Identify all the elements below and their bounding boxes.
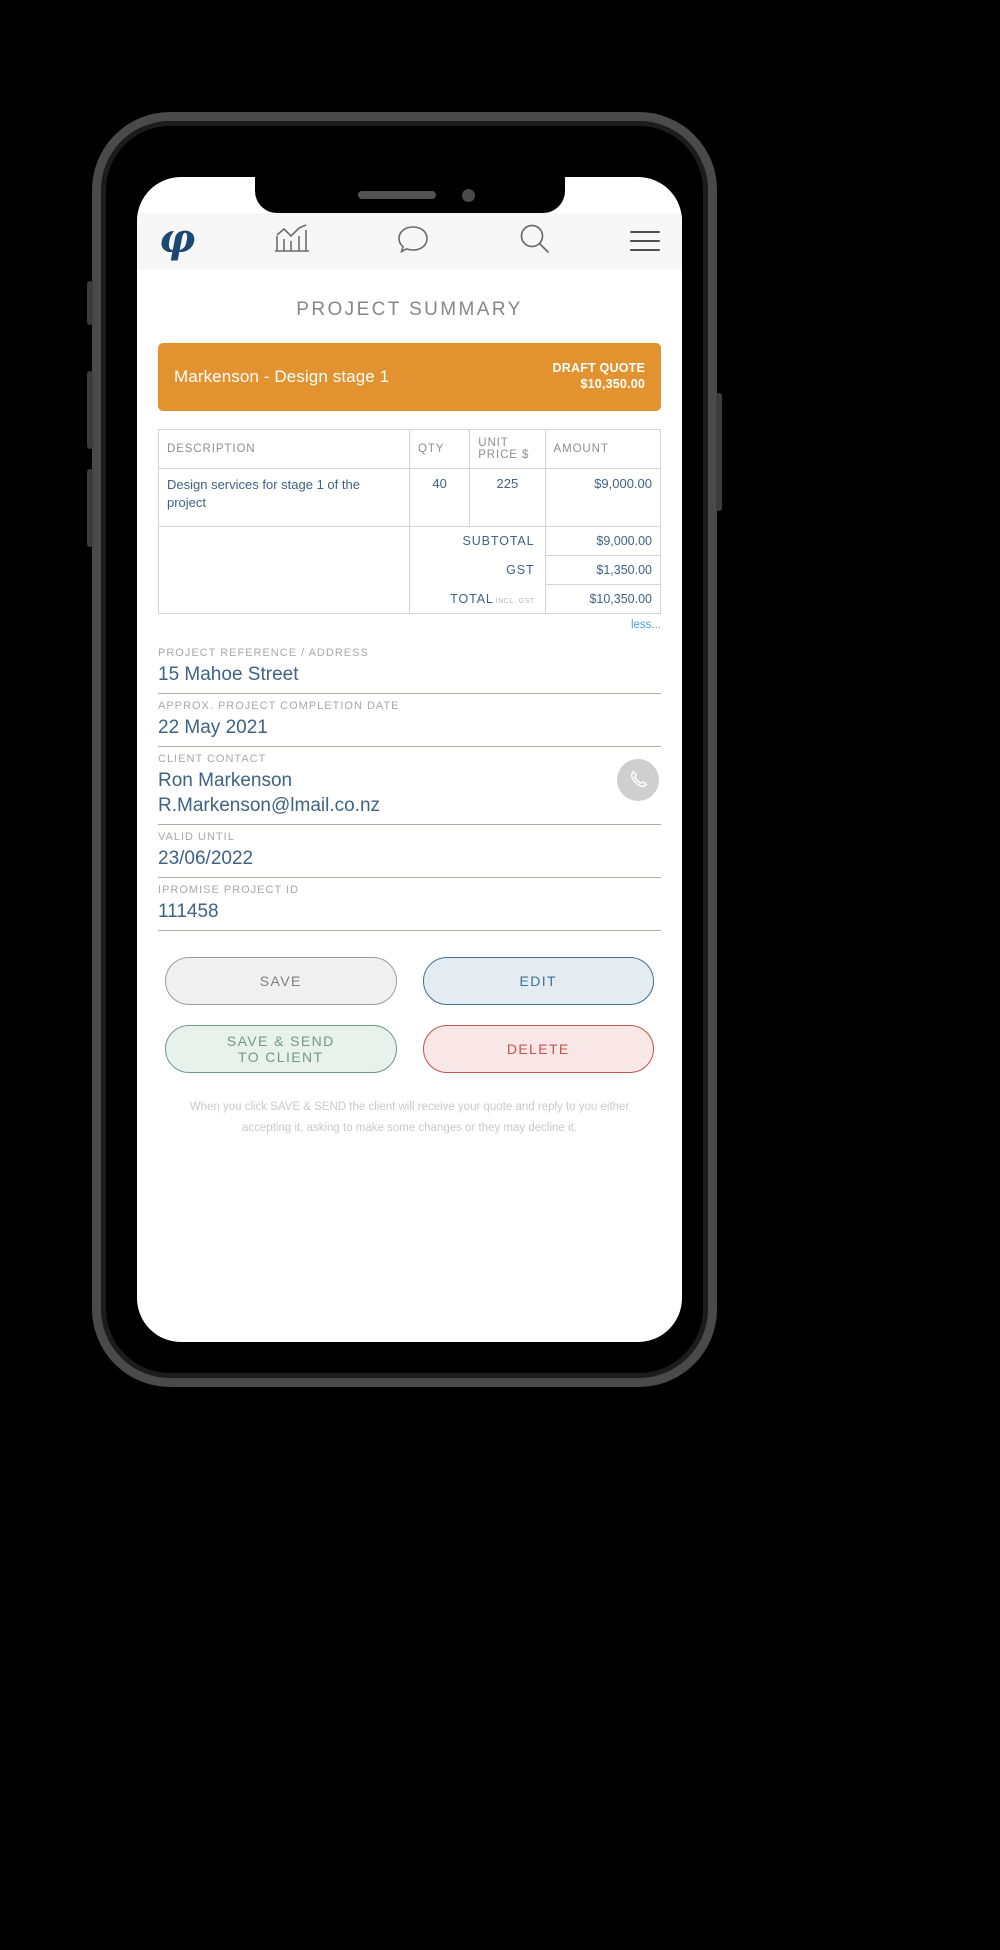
field-label: APPROX. PROJECT COMPLETION DATE (158, 700, 400, 713)
total-value: $10,350.00 (544, 584, 662, 614)
less-toggle-link[interactable]: less... (158, 619, 661, 631)
page-title: PROJECT SUMMARY (296, 299, 523, 320)
field-label: IPROMISE PROJECT ID (158, 884, 300, 897)
details-fields: PROJECT REFERENCE / ADDRESS 15 Mahoe Str… (158, 641, 661, 932)
delete-button[interactable]: DELETE (422, 1025, 654, 1074)
leaf-logo-icon: φ (159, 215, 196, 262)
total-label-text: TOTAL (450, 591, 494, 606)
nav-search[interactable] (473, 213, 594, 269)
cell-amount: $9,000.00 (544, 468, 662, 527)
field-value: 22 May 2021 (158, 717, 268, 739)
gst-label: GST (506, 562, 535, 577)
total-row: TOTAL INCL. GST $10,350.00 (158, 584, 662, 614)
quote-total-amount: $10,350.00 (580, 377, 645, 391)
app-navbar: φ (137, 213, 682, 269)
nav-logo[interactable]: φ (159, 213, 231, 269)
col-header-qty: QTY (408, 429, 471, 469)
spacer-cell (158, 555, 410, 585)
cell-unit-price: 225 (469, 468, 546, 527)
volume-down-button[interactable] (87, 469, 93, 547)
edit-button[interactable]: EDIT (422, 957, 654, 1006)
field-project-reference[interactable]: PROJECT REFERENCE / ADDRESS 15 Mahoe Str… (158, 641, 661, 695)
unit-price-line2: PRICE $ (478, 449, 530, 461)
col-header-unit-price: UNIT PRICE $ (469, 429, 546, 469)
status-badge: DRAFT QUOTE (552, 361, 645, 376)
earpiece-speaker (358, 191, 436, 199)
field-client-contact[interactable]: CLIENT CONTACT Ron Markenson R.Markenson… (158, 747, 661, 826)
field-project-id[interactable]: IPROMISE PROJECT ID 111458 (158, 878, 661, 932)
col-header-amount: AMOUNT (544, 429, 662, 469)
footer-note: When you click SAVE & SEND the client wi… (189, 1101, 630, 1134)
phone-screen: φ PROJECT SUMMARY Markenson - Design sta… (137, 177, 682, 1342)
col-header-description: DESCRIPTION (158, 429, 410, 469)
save-and-send-button[interactable]: SAVE & SEND TO CLIENT (165, 1025, 397, 1074)
field-value: 23/06/2022 (158, 848, 254, 870)
subtotal-value: $9,000.00 (544, 526, 662, 556)
volume-up-button[interactable] (87, 371, 93, 449)
field-completion-date[interactable]: APPROX. PROJECT COMPLETION DATE 22 May 2… (158, 694, 661, 748)
field-value: 111458 (158, 901, 219, 923)
nav-dashboard[interactable] (231, 213, 352, 269)
cell-qty: 40 (408, 468, 471, 527)
field-valid-until[interactable]: VALID UNTIL 23/06/2022 (158, 825, 661, 879)
quote-status-block: DRAFT QUOTE $10,350.00 (553, 361, 645, 392)
unit-price-line1: UNIT (478, 437, 509, 449)
table-row: Design services for stage 1 of the proje… (158, 468, 662, 527)
save-send-line2: TO CLIENT (238, 1049, 324, 1066)
chart-icon (273, 223, 311, 260)
field-value-email: R.Markenson@lmail.co.nz (158, 795, 381, 817)
action-buttons: SAVE EDIT SAVE & SEND TO CLIENT DELETE (165, 957, 654, 1074)
field-label: CLIENT CONTACT (158, 753, 267, 766)
field-value: 15 Mahoe Street (158, 664, 299, 685)
front-camera (462, 188, 475, 202)
field-label: VALID UNTIL (158, 831, 235, 844)
page-content: PROJECT SUMMARY Markenson - Design stage… (137, 269, 682, 1342)
line-items-table: DESCRIPTION QTY UNIT PRICE $ AMOUNT Desi… (158, 429, 662, 614)
save-send-line1: SAVE & SEND (226, 1032, 335, 1049)
table-header-row: DESCRIPTION QTY UNIT PRICE $ AMOUNT (158, 429, 662, 469)
mute-switch[interactable] (87, 281, 93, 325)
phone-notch (254, 177, 565, 213)
subtotal-row: SUBTOTAL $9,000.00 (158, 526, 662, 556)
quote-project-name: Markenson - Design stage 1 (174, 367, 390, 386)
nav-messages[interactable] (352, 213, 473, 269)
table-header: DESCRIPTION QTY UNIT PRICE $ AMOUNT (158, 429, 662, 469)
field-value-name: Ron Markenson (158, 770, 293, 792)
total-label: TOTAL INCL. GST (410, 585, 546, 614)
table-body: Design services for stage 1 of the proje… (158, 468, 662, 614)
phone-frame: φ PROJECT SUMMARY Markenson - Design sta… (87, 112, 722, 1387)
quote-banner[interactable]: Markenson - Design stage 1 DRAFT QUOTE $… (158, 343, 661, 411)
field-label: PROJECT REFERENCE / ADDRESS (158, 647, 369, 659)
total-sublabel: INCL. GST (495, 597, 535, 605)
subtotal-label: SUBTOTAL (462, 534, 535, 548)
spacer-cell (158, 526, 410, 556)
chat-bubble-icon (396, 223, 430, 260)
power-button[interactable] (716, 393, 722, 511)
spacer-cell (158, 584, 410, 614)
cell-description: Design services for stage 1 of the proje… (158, 468, 410, 527)
nav-menu[interactable] (594, 213, 660, 269)
gst-value: $1,350.00 (544, 555, 662, 585)
hamburger-menu-icon (630, 231, 660, 251)
phone-icon[interactable] (617, 759, 659, 802)
search-icon (517, 222, 551, 261)
gst-row: GST $1,350.00 (158, 555, 662, 585)
save-button[interactable]: SAVE (165, 957, 397, 1006)
